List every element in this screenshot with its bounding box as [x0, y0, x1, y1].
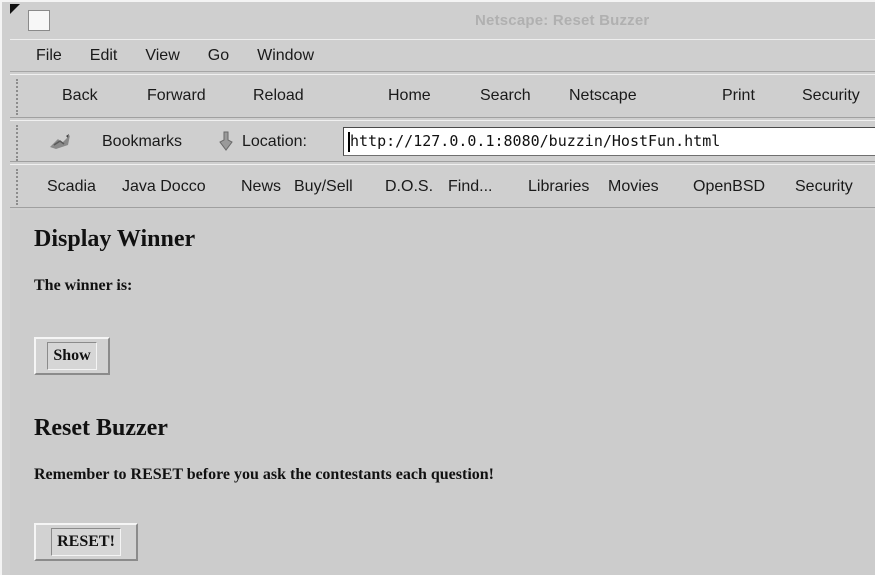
- reset-buzzer-heading: Reset Buzzer: [34, 415, 168, 441]
- url-input[interactable]: http://127.0.0.1:8080/buzzin/HostFun.htm…: [343, 127, 875, 156]
- bookmark-security[interactable]: Security: [795, 178, 853, 196]
- show-button-label: Show: [47, 342, 97, 370]
- title-bar: Netscape: Reset Buzzer: [10, 4, 875, 38]
- search-button[interactable]: Search: [480, 87, 531, 105]
- personal-grip-handle[interactable]: [16, 169, 24, 205]
- bookmark-scadia[interactable]: Scadia: [47, 178, 96, 196]
- personal-toolbar: Scadia Java Docco News Buy/Sell D.O.S. F…: [10, 164, 875, 208]
- bookmark-find[interactable]: Find...: [448, 178, 492, 196]
- reset-button-label: RESET!: [51, 528, 121, 556]
- bookmarks-label[interactable]: Bookmarks: [102, 133, 182, 151]
- bookmark-java-docco[interactable]: Java Docco: [122, 178, 206, 196]
- home-button[interactable]: Home: [388, 87, 431, 105]
- menu-bar: File Edit View Go Window: [10, 39, 875, 72]
- security-button[interactable]: Security: [802, 87, 860, 105]
- back-button[interactable]: Back: [62, 87, 98, 105]
- reload-button[interactable]: Reload: [253, 87, 304, 105]
- reset-instructions: Remember to RESET before you ask the con…: [34, 466, 494, 483]
- netscape-button[interactable]: Netscape: [569, 87, 637, 105]
- page-content: Display Winner The winner is: Show Reset…: [10, 210, 875, 575]
- forward-button[interactable]: Forward: [147, 87, 206, 105]
- menu-edit[interactable]: Edit: [90, 47, 118, 65]
- browser-window: Netscape: Reset Buzzer File Edit View Go…: [0, 0, 875, 575]
- menu-go[interactable]: Go: [208, 47, 229, 65]
- toolbar-grip-handle[interactable]: [16, 79, 24, 115]
- menu-view[interactable]: View: [145, 47, 179, 65]
- location-label: Location:: [242, 133, 307, 150]
- bookmark-openbsd[interactable]: OpenBSD: [693, 178, 765, 196]
- navigation-toolbar: Back Forward Reload Home Search Netscape…: [10, 74, 875, 118]
- reset-button[interactable]: RESET!: [34, 523, 138, 561]
- window-menu-button[interactable]: [28, 10, 50, 31]
- display-winner-heading: Display Winner: [34, 226, 196, 252]
- location-toolbar: Bookmarks Location: http://127.0.0.1:808…: [10, 120, 875, 162]
- winner-text: The winner is:: [34, 277, 133, 294]
- bookmark-libraries[interactable]: Libraries: [528, 178, 589, 196]
- show-button[interactable]: Show: [34, 337, 110, 375]
- print-button[interactable]: Print: [722, 87, 755, 105]
- location-grip-handle[interactable]: [16, 125, 24, 161]
- bookmark-news[interactable]: News: [241, 178, 281, 196]
- location-icon[interactable]: [216, 130, 236, 152]
- window-title: Netscape: Reset Buzzer: [475, 12, 650, 29]
- bookmark-movies[interactable]: Movies: [608, 178, 659, 196]
- bookmark-buy-sell[interactable]: Buy/Sell: [294, 178, 353, 196]
- window-corner-mark: [10, 4, 20, 14]
- url-text: http://127.0.0.1:8080/buzzin/HostFun.htm…: [350, 132, 721, 150]
- menu-file[interactable]: File: [36, 47, 62, 65]
- menu-window[interactable]: Window: [257, 47, 314, 65]
- bookmarks-icon[interactable]: [48, 133, 72, 151]
- text-cursor: [348, 132, 350, 152]
- bookmark-dos[interactable]: D.O.S.: [385, 178, 433, 196]
